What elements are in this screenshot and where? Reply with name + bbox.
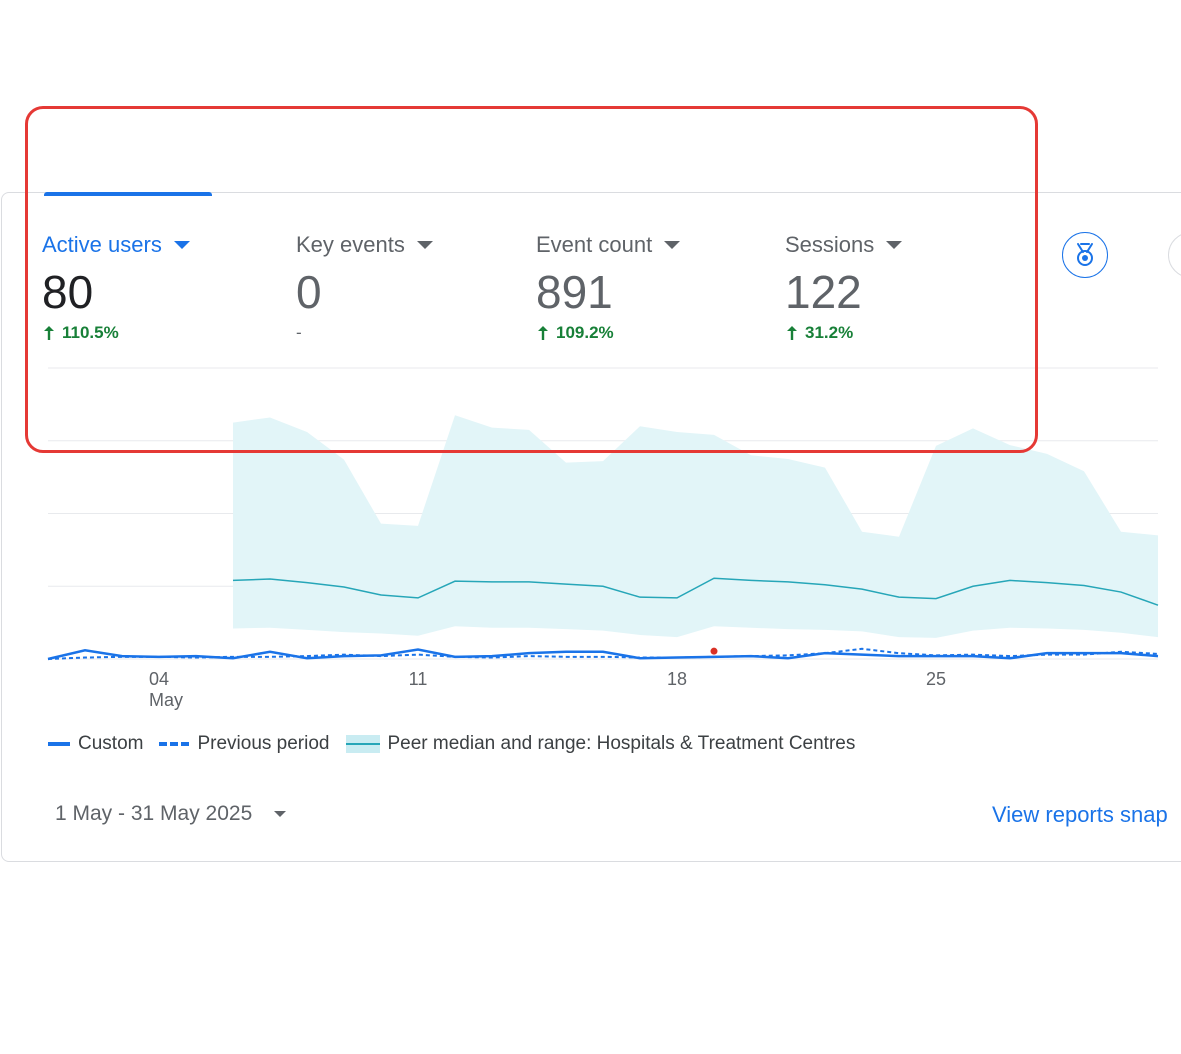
view-reports-link[interactable]: View reports snap <box>992 802 1168 828</box>
metric-change: 109.2% <box>536 320 680 346</box>
insights-button[interactable] <box>1062 232 1108 278</box>
dashed-line-swatch <box>159 742 190 746</box>
solid-line-swatch <box>48 742 70 746</box>
metric-change: 110.5% <box>42 320 190 346</box>
metric-label-row: Active users <box>42 228 190 262</box>
legend-label: Previous period <box>197 733 330 754</box>
metric-change-value: 109.2% <box>556 323 614 342</box>
legend-item-previous: Previous period <box>159 733 330 755</box>
metric-change-value: 31.2% <box>805 323 854 342</box>
medal-insight-icon <box>1077 243 1093 266</box>
caret-down-icon <box>274 811 287 817</box>
metric-label: Key events <box>296 232 405 257</box>
anomaly-point <box>710 647 718 655</box>
date-range-label: 1 May - 31 May 2025 <box>55 802 253 825</box>
metric-label-row: Sessions <box>785 228 903 262</box>
metric-label-row: Key events <box>296 228 433 262</box>
metric-change-value: - <box>296 323 302 342</box>
x-tick-label: 25 <box>926 669 946 689</box>
arrow-up-icon <box>44 326 54 340</box>
selected-tab-indicator <box>44 192 212 196</box>
page: Active users 80 110.5% Key events 0 - Ev… <box>0 0 1181 1054</box>
metric-label: Event count <box>536 232 653 257</box>
metric-value: 891 <box>536 266 613 318</box>
caret-down-icon[interactable] <box>664 241 681 249</box>
metric-active-users[interactable]: Active users 80 110.5% <box>42 228 190 346</box>
x-tick-sublabel: May <box>149 690 183 710</box>
metric-label: Active users <box>42 232 162 257</box>
metric-label: Sessions <box>785 232 875 257</box>
metric-change-value: 110.5% <box>62 323 119 342</box>
metric-label-row: Event count <box>536 228 681 262</box>
metric-value: 80 <box>42 266 94 318</box>
legend-item-peer: Peer median and range: Hospitals & Treat… <box>345 733 856 755</box>
legend-label: Peer median and range: Hospitals & Treat… <box>387 733 856 754</box>
x-tick-label: 04 <box>149 669 169 689</box>
metric-value: 122 <box>785 266 862 318</box>
legend-item-custom: Custom <box>48 733 143 755</box>
arrow-up-icon <box>538 326 548 340</box>
x-tick-label: 11 <box>409 669 428 689</box>
metric-event-count[interactable]: Event count 891 109.2% <box>536 228 681 346</box>
metric-change: 31.2% <box>785 320 902 346</box>
legend-label: Custom <box>78 733 144 754</box>
band-swatch <box>345 735 380 753</box>
arrow-up-icon <box>787 326 797 340</box>
metric-change: - <box>296 320 433 346</box>
x-tick-label: 18 <box>667 669 687 689</box>
caret-down-icon[interactable] <box>416 241 433 249</box>
caret-down-icon[interactable] <box>886 241 903 249</box>
caret-down-icon[interactable] <box>173 241 190 249</box>
chart-legend: Custom Previous period Peer median and r… <box>48 733 871 755</box>
metric-key-events[interactable]: Key events 0 - <box>296 228 433 346</box>
peer-range-band <box>233 415 1158 638</box>
date-range-dropdown[interactable]: 1 May - 31 May 2025 <box>55 802 287 826</box>
line-chart: 04May 11 18 25 <box>47 367 1159 710</box>
metric-value: 0 <box>296 266 322 318</box>
metric-sessions[interactable]: Sessions 122 31.2% <box>785 228 903 346</box>
